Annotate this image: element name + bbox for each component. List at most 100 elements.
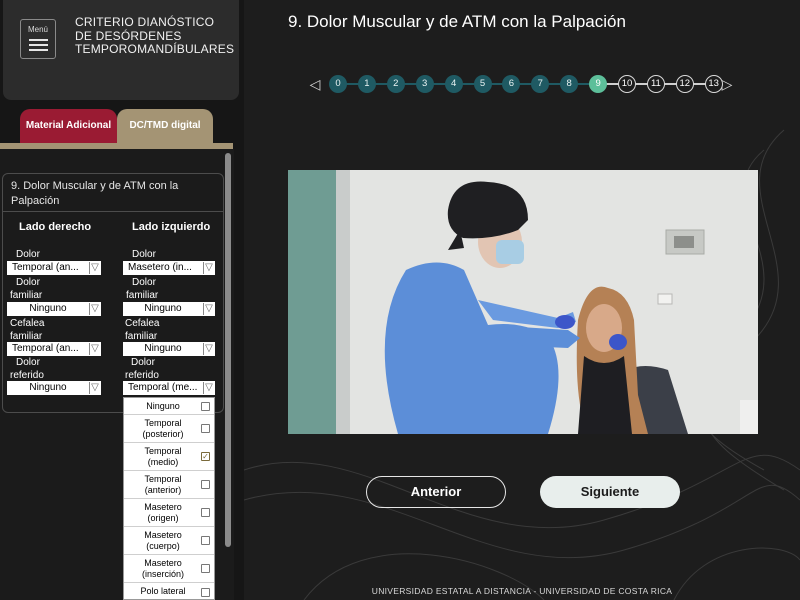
option-ninguno[interactable]: Ninguno: [124, 398, 214, 415]
checkbox[interactable]: [201, 424, 210, 433]
tab-dc-tmd-digital[interactable]: DC/TMD digital: [117, 109, 213, 145]
left-side-header: Lado izquierdo: [132, 221, 211, 233]
option-label: (cuerpo): [146, 541, 180, 551]
label-line: Dolor: [16, 357, 40, 368]
form-title: 9. Dolor Muscular y de ATM con la Palpac…: [3, 174, 223, 212]
app-title-line: TEMPOROMANDÍBULARES: [75, 42, 235, 56]
menu-button[interactable]: Menú: [20, 19, 56, 59]
label-dolor-left: Dolor: [132, 249, 156, 260]
select-value: Masetero (in...: [128, 262, 192, 273]
option-masetero-insercion[interactable]: Masetero (inserción): [124, 555, 214, 583]
option-label: (anterior): [144, 485, 182, 495]
step-13[interactable]: 13: [704, 75, 723, 93]
dropdown-arrow-icon: ▽: [89, 343, 100, 355]
select-referido-left[interactable]: Temporal (me... ▽: [123, 381, 215, 395]
option-masetero-origen[interactable]: Masetero (origen): [124, 499, 214, 527]
step-5[interactable]: 5: [473, 75, 492, 93]
select-dolor-left[interactable]: Masetero (in... ▽: [123, 261, 215, 275]
step-12[interactable]: 12: [675, 75, 694, 93]
select-cefalea-left[interactable]: Ninguno ▽: [123, 342, 215, 356]
step-7[interactable]: 7: [531, 75, 550, 93]
step-1[interactable]: 1: [357, 75, 376, 93]
label-familiar-right: Dolor familiar: [10, 276, 42, 302]
step-0[interactable]: 0: [329, 75, 347, 93]
label-line: Cefalea: [125, 318, 160, 329]
checkbox[interactable]: [201, 508, 210, 517]
select-value: Ninguno: [144, 343, 182, 354]
step-8[interactable]: 8: [560, 75, 579, 93]
clinical-exam-illustration: [288, 170, 758, 434]
option-label: Masetero: [144, 530, 182, 540]
dropdown-arrow-icon: ▽: [89, 382, 100, 394]
label-line: Dolor: [132, 277, 156, 288]
step-10[interactable]: 10: [618, 75, 636, 93]
step-4[interactable]: 4: [444, 75, 463, 93]
label-line: Cefalea: [10, 318, 45, 329]
checkbox[interactable]: [201, 402, 210, 411]
step-navigator: ◁ ▷ 0 1 2 3 4 5 6 7 8 9 10 11 12 13: [308, 74, 738, 94]
select-value: Ninguno: [29, 303, 67, 314]
hamburger-icon: [29, 39, 48, 41]
dropdown-arrow-icon: ▽: [203, 382, 214, 394]
step-9[interactable]: 9: [589, 75, 608, 93]
page-title: 9. Dolor Muscular y de ATM con la Palpac…: [288, 12, 626, 31]
option-label: Masetero: [144, 502, 182, 512]
dropdown-arrow-icon: ▽: [89, 303, 100, 315]
label-cefalea-left: Cefalea familiar: [125, 317, 159, 343]
label-cefalea-right: Cefalea familiar: [10, 317, 44, 343]
step-11[interactable]: 11: [646, 75, 665, 93]
checkbox[interactable]: [201, 536, 210, 545]
select-value: Temporal (me...: [128, 382, 198, 393]
next-button[interactable]: Siguiente: [540, 476, 680, 508]
option-label: (medio): [147, 457, 179, 467]
option-label: Ninguno: [146, 401, 180, 411]
select-referido-right[interactable]: Ninguno ▽: [7, 381, 101, 395]
step-6[interactable]: 6: [502, 75, 521, 93]
option-label: (inserción): [141, 569, 184, 579]
option-temporal-medio[interactable]: Temporal (medio) ✓: [124, 443, 214, 471]
select-familiar-right[interactable]: Ninguno ▽: [7, 302, 101, 316]
option-label: Temporal: [144, 418, 182, 428]
step-prev-arrow-icon[interactable]: ◁: [308, 74, 322, 94]
left-panel: Menú CRITERIO DIANÓSTICO DE DESÓRDENES T…: [0, 0, 244, 600]
hamburger-icon-bar: [29, 44, 48, 46]
label-line: familiar: [10, 290, 43, 301]
option-label: Temporal: [144, 446, 182, 456]
checkbox[interactable]: [201, 588, 210, 597]
step-2[interactable]: 2: [386, 75, 405, 93]
option-label: Temporal: [144, 474, 182, 484]
hamburger-icon-bar: [29, 49, 48, 51]
dropdown-arrow-icon: ▽: [89, 262, 100, 274]
dropdown-arrow-icon: ▽: [203, 262, 214, 274]
scrollbar[interactable]: [225, 153, 231, 547]
tab-material-adicional[interactable]: Material Adicional: [20, 109, 117, 145]
exam-video-image[interactable]: [288, 170, 758, 434]
label-referido-right: Dolor referido: [10, 356, 44, 382]
dropdown-arrow-icon: ▽: [203, 343, 214, 355]
select-value: Temporal (an...: [12, 262, 79, 273]
main-content: 9. Dolor Muscular y de ATM con la Palpac…: [244, 0, 800, 600]
option-masetero-cuerpo[interactable]: Masetero (cuerpo): [124, 527, 214, 555]
option-polo-lateral[interactable]: Polo lateral: [124, 583, 214, 599]
label-dolor-right: Dolor: [16, 249, 40, 260]
select-dolor-right[interactable]: Temporal (an... ▽: [7, 261, 101, 275]
select-familiar-left[interactable]: Ninguno ▽: [123, 302, 215, 316]
checkbox[interactable]: [201, 564, 210, 573]
referido-options-list: Ninguno Temporal (posterior) Temporal (m…: [123, 397, 215, 600]
previous-button[interactable]: Anterior: [366, 476, 506, 508]
checkbox-checked-icon[interactable]: ✓: [201, 452, 210, 461]
select-cefalea-right[interactable]: Temporal (an... ▽: [7, 342, 101, 356]
menu-label: Menú: [27, 25, 48, 34]
app-title-line: DE DESÓRDENES: [75, 28, 182, 43]
option-temporal-posterior[interactable]: Temporal (posterior): [124, 415, 214, 443]
option-label: Polo lateral: [140, 586, 186, 596]
option-label: Masetero: [144, 558, 182, 568]
step-3[interactable]: 3: [415, 75, 434, 93]
label-line: familiar: [126, 290, 159, 301]
checkbox[interactable]: [201, 480, 210, 489]
app-title-line: CRITERIO DIANÓSTICO: [75, 15, 215, 29]
label-referido-left: Dolor referido: [125, 356, 159, 382]
option-temporal-anterior[interactable]: Temporal (anterior): [124, 471, 214, 499]
label-line: Dolor: [131, 357, 155, 368]
label-familiar-left: Dolor familiar: [126, 276, 158, 302]
